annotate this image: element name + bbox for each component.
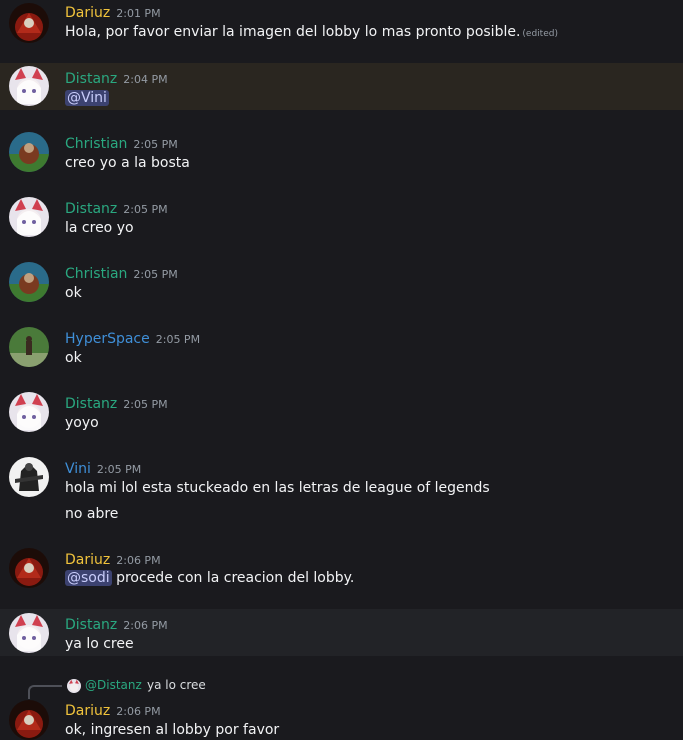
message-content: @sodi procede con la creacion del lobby.	[65, 570, 354, 586]
message-author[interactable]: Distanz	[65, 396, 117, 412]
message-author[interactable]: Christian	[65, 136, 127, 152]
message-text: procede con la creacion del lobby.	[116, 570, 355, 586]
message-timestamp: 2:06 PM	[116, 705, 161, 718]
message-timestamp: 2:04 PM	[123, 73, 168, 86]
message-timestamp: 2:06 PM	[116, 554, 161, 567]
chat-message-list: Dariuz 2:01 PM Hola, por favor enviar la …	[0, 0, 683, 740]
reply-preview-text[interactable]: ya lo cree	[147, 678, 206, 692]
message-author[interactable]: Dariuz	[65, 552, 110, 568]
message-text: ok	[65, 285, 82, 301]
message-timestamp: 2:06 PM	[123, 619, 168, 632]
message-text: la creo yo	[65, 220, 134, 236]
edited-label: (edited)	[522, 29, 558, 39]
user-mention[interactable]: @sodi	[65, 570, 112, 586]
message-timestamp: 2:05 PM	[96, 463, 142, 476]
message-item: Christian 2:05 PM creo yo a la bosta	[0, 128, 683, 178]
message-item: HyperSpace 2:05 PM ok	[0, 323, 683, 373]
message-text: ya lo cree	[65, 636, 134, 652]
message-item: Dariuz 2:06 PM ok, ingresen al lobby por …	[0, 697, 683, 740]
message-timestamp: 2:01 PM	[116, 7, 161, 20]
message-text: Hola, por favor enviar la imagen del lob…	[65, 24, 521, 40]
message-text: ok	[65, 350, 82, 366]
avatar-hyperspace[interactable]	[9, 327, 49, 367]
message-text: hola mi lol esta stuckeado en las letras…	[65, 480, 490, 496]
message-item: Vini 2:05 PM hola mi lol esta stuckeado e…	[0, 453, 683, 531]
avatar-distanz[interactable]	[9, 66, 49, 106]
avatar-dariuz[interactable]	[9, 700, 49, 740]
message-author[interactable]: HyperSpace	[65, 331, 150, 347]
message-text: creo yo a la bosta	[65, 155, 190, 171]
avatar-distanz[interactable]	[9, 197, 49, 237]
message-author[interactable]: Dariuz	[65, 703, 110, 719]
message-item: Distanz 2:04 PM @Vini	[0, 63, 683, 110]
user-mention[interactable]: @Vini	[65, 90, 109, 106]
message-timestamp: 2:05 PM	[133, 268, 178, 281]
message-content: Hola, por favor enviar la imagen del lob…	[65, 24, 558, 40]
message-item: Distanz 2:05 PM yoyo	[0, 388, 683, 438]
message-item: Distanz 2:05 PM la creo yo	[0, 193, 683, 243]
message-timestamp: 2:05 PM	[123, 203, 168, 216]
message-author[interactable]: Vini	[65, 461, 91, 477]
message-author[interactable]: Christian	[65, 266, 127, 282]
avatar-christian[interactable]	[9, 262, 49, 302]
avatar-distanz[interactable]	[9, 392, 49, 432]
message-timestamp: 2:05 PM	[155, 333, 201, 346]
avatar-vini[interactable]	[9, 457, 49, 497]
message-item: Christian 2:05 PM ok	[0, 258, 683, 308]
message-timestamp: 2:05 PM	[133, 138, 178, 151]
avatar-christian[interactable]	[9, 132, 49, 172]
message-item: Dariuz 2:06 PM @sodi procede con la creac…	[0, 544, 683, 594]
message-text: yoyo	[65, 415, 99, 431]
message-text: no abre	[65, 506, 119, 522]
message-text: ok, ingresen al lobby por favor	[65, 722, 280, 738]
message-author[interactable]: Dariuz	[65, 5, 110, 21]
avatar-dariuz[interactable]	[9, 3, 49, 43]
avatar-dariuz[interactable]	[9, 548, 49, 588]
reply-avatar-distanz[interactable]	[67, 679, 81, 693]
message-author[interactable]: Distanz	[65, 71, 117, 87]
message-timestamp: 2:05 PM	[123, 398, 168, 411]
reply-author[interactable]: @Distanz	[85, 678, 142, 692]
message-author[interactable]: Distanz	[65, 617, 117, 633]
message-content: @Vini	[65, 90, 109, 106]
avatar-distanz[interactable]	[9, 613, 49, 653]
message-item: Dariuz 2:01 PM Hola, por favor enviar la …	[0, 0, 683, 55]
message-author[interactable]: Distanz	[65, 201, 117, 217]
message-item: Distanz 2:06 PM ya lo cree	[0, 609, 683, 656]
